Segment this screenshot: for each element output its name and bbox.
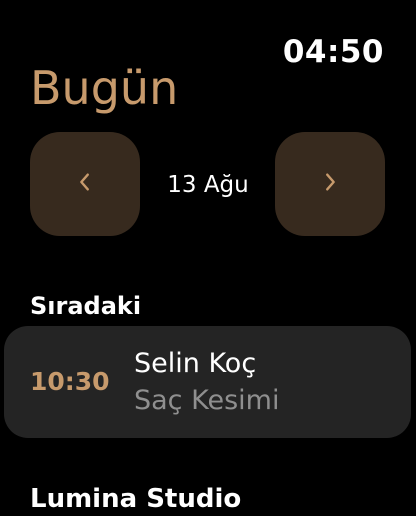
- next-day-button[interactable]: [275, 132, 385, 236]
- appointment-card[interactable]: 10:30 Selin Koç Saç Kesimi: [4, 326, 411, 438]
- studio-section-label: Lumina Studio: [30, 484, 242, 514]
- chevron-right-icon: [319, 171, 341, 197]
- previous-day-button[interactable]: [30, 132, 140, 236]
- upcoming-section-label: Sıradaki: [30, 292, 142, 320]
- appointment-time: 10:30: [30, 367, 110, 396]
- service-name: Saç Kesimi: [134, 385, 280, 416]
- status-time: 04:50: [282, 34, 384, 70]
- page-title: Bugün: [30, 61, 179, 115]
- current-date: 13 Ağu: [167, 172, 249, 198]
- chevron-left-icon: [74, 171, 96, 197]
- client-name: Selin Koç: [134, 348, 257, 379]
